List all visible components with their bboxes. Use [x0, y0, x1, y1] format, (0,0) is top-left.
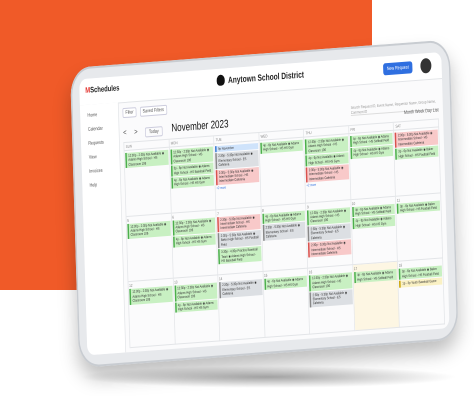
day-cell[interactable]: 12:30p - 2:30p Not Available ◉ Adams Hig… — [124, 147, 172, 217]
calendar-event[interactable]: 3:30p - 4:30p Practice Baseball Team ◉ A… — [218, 246, 262, 265]
month-title: November 2023 — [171, 118, 229, 135]
calendar-event[interactable]: 4p - 6p Not Available ◉ Adams High Schoo… — [260, 139, 304, 154]
calendar-event[interactable]: 4p - 6p Not Available ◉ Adams High Schoo… — [174, 298, 218, 314]
avatar[interactable] — [420, 57, 432, 74]
saved-filters-button[interactable]: Saved Filters — [139, 104, 168, 117]
day-cell[interactable]: 2:30p - 5:30p Not Available ◉ Intermedia… — [394, 127, 442, 197]
day-cell[interactable]: 5 12:30p - 2:30p Not Available ◉ Adams Hi… — [126, 213, 174, 283]
day-cell[interactable]: 6 12:30p - 2:30p Not Available ◉ Adams Hi… — [171, 209, 219, 280]
calendar-event[interactable]: 2:30p - 5:30p Not Available ◉ Elementary… — [309, 288, 353, 308]
sidebar: Home Calendar Requests View Invoices Hel… — [79, 102, 127, 356]
day-cell[interactable]: 8 4p - 6p Not Available ◉ Adams High Scho… — [261, 203, 309, 273]
day-cell[interactable]: 9 12:30p - 2:30p Not Available ◉ Adams Hi… — [306, 199, 354, 269]
calendar-event[interactable]: 3p - 6p Not Available ◉ Baker High Schoo… — [397, 200, 441, 215]
next-month-button[interactable]: > — [134, 127, 138, 136]
day-cell[interactable]: 12:30p - 2:30p Not Available ◉ Adams Hig… — [169, 144, 217, 214]
calendar-event[interactable]: 4p - 6p Not Available ◉ Adams High Schoo… — [350, 144, 394, 159]
mascot-icon — [216, 74, 226, 86]
day-cell[interactable]: 7 2:30p - 5:30p Not Available ◉ Intermedi… — [216, 206, 264, 276]
calendar-event[interactable]: 12:30p - 2:30p Not Available ◉ Adams Hig… — [129, 286, 173, 305]
calendar-event[interactable]: 4p - 6p Not Available ◉ Adams High Schoo… — [264, 275, 308, 291]
day-cell[interactable]: 12:30p - 2:30p Not Available ◉ Adams Hig… — [304, 134, 352, 204]
day-cell[interactable]: 17 4p - 6p Not Available ◉ Adams High Sch… — [353, 262, 401, 332]
day-cell[interactable]: 10 4p - 6p Not Available ◉ Adams High Sch… — [351, 196, 399, 266]
calendar-event[interactable]: 4p - 6p Not Available ◉ Adams High Schoo… — [172, 233, 216, 248]
district-name: Anytown School District — [227, 69, 305, 86]
today-button[interactable]: Today — [145, 126, 163, 138]
filter-button[interactable]: Filter — [122, 107, 137, 119]
calendar-event[interactable]: 2:30p - 5:30p Not Available ◉ Intermedia… — [308, 239, 352, 258]
day-cell[interactable]: 15 4p - 6p Not Available ◉ Adams High Sch… — [263, 268, 311, 338]
calendar-event[interactable]: 2:30p - 5:30p Not Available ◉ Elementary… — [219, 279, 263, 298]
day-cell[interactable]: 4p - 6p Not Available ◉ Adams High Schoo… — [259, 137, 307, 207]
day-cell[interactable]: 4p - 6p Not Available ◉ Adams High Schoo… — [349, 130, 397, 200]
calendar-event[interactable]: 4p - 6p Not Available ◉ Adams High Schoo… — [171, 174, 215, 189]
calendar-event[interactable]: 12:30p - 2:30p Not Available ◉ Adams Hig… — [125, 149, 169, 169]
sidebar-item-help[interactable]: Help — [82, 172, 120, 189]
view-week-button[interactable]: Week — [415, 108, 424, 115]
day-cell[interactable]: 13 12:30p - 2:30p Not Available ◉ Adams H… — [173, 275, 221, 345]
calendar-event[interactable]: 2:30p - 5:30p Not Available ◉ Elementary… — [262, 222, 306, 241]
tablet-device: MSchedules Anytown School District New R… — [70, 39, 459, 369]
day-cell[interactable]: 18 3p - 6p Not Available ◉ Baker High Sch… — [398, 258, 445, 328]
day-cell[interactable]: 16 12:30p - 2:30p Not Available ◉ Adams H… — [308, 265, 356, 335]
calendar-event[interactable]: 4p - 6p Not Available ◉ Adams High Schoo… — [352, 215, 396, 230]
view-list-button[interactable]: List — [433, 107, 439, 113]
calendar-event[interactable]: 4p - 6p Not Available ◉ Adams High Schoo… — [354, 269, 398, 284]
day-cell[interactable]: 12 12:30p - 2:30p Not Available ◉ Adams H… — [128, 279, 176, 349]
calendar-grid: SUN MON TUE WED THU FRI SAT 12:30p - 2:30p Not … — [123, 118, 445, 349]
app-screen: MSchedules Anytown School District New R… — [79, 52, 450, 356]
view-switcher: Month Week Day List — [404, 107, 439, 116]
new-request-button[interactable]: New Request — [382, 61, 413, 76]
view-day-button[interactable]: Day — [425, 108, 432, 114]
view-month-button[interactable]: Month — [404, 109, 414, 116]
prev-month-button[interactable]: < — [123, 128, 127, 137]
day-cell[interactable]: 14 2:30p - 5:30p Not Available ◉ Elementa… — [218, 272, 266, 342]
calendar-event[interactable]: 12:30p - 2:30p Not Available ◉ Adams Hig… — [127, 220, 171, 239]
calendar-event[interactable]: 3p - 6p Not Available ◉ Baker High Schoo… — [395, 145, 439, 160]
day-cell[interactable]: 11 3p - 6p Not Available ◉ Baker High Sch… — [396, 193, 444, 263]
day-cell[interactable]: 9p November 2:30p - 5:30p Not Available ◉… — [214, 140, 262, 210]
tablet-shadow — [78, 366, 458, 388]
